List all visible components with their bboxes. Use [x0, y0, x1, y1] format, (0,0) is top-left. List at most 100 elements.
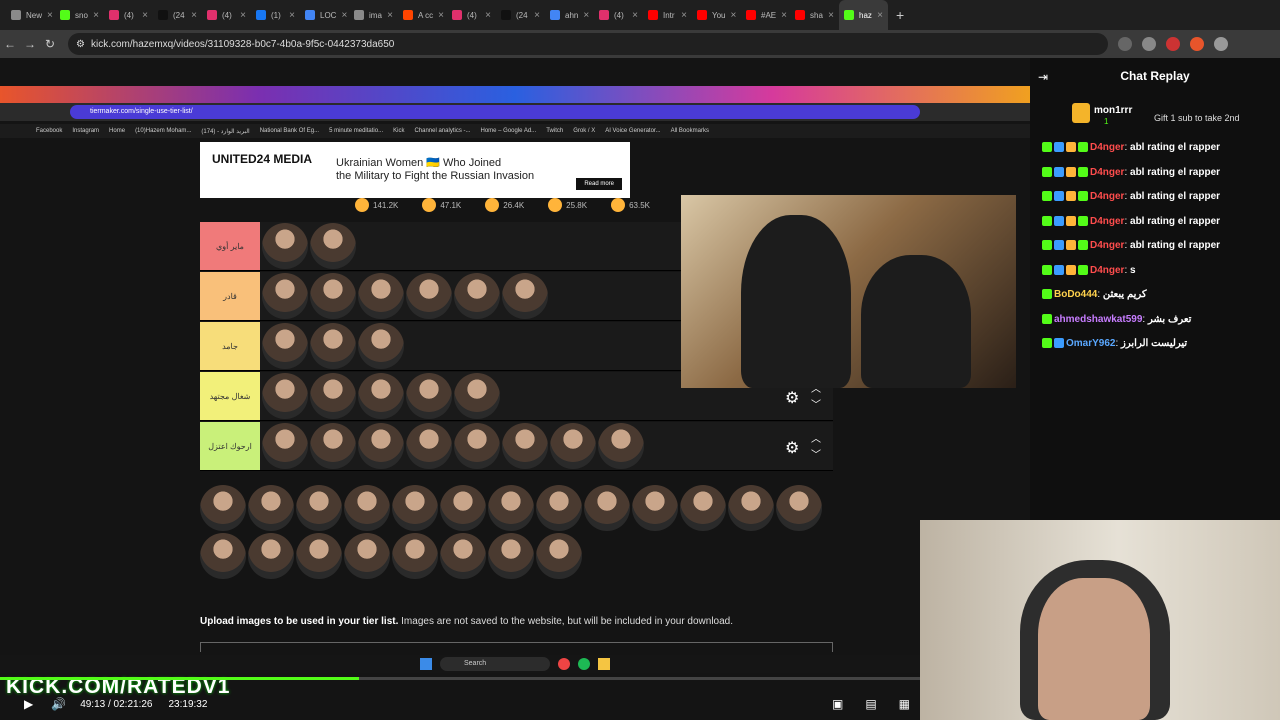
- browser-tab[interactable]: LOC ×: [300, 0, 349, 30]
- browser-tab[interactable]: (1) ×: [251, 0, 300, 30]
- tier-label[interactable]: ارحوك اعتزل: [200, 422, 260, 470]
- close-tab-icon[interactable]: ×: [681, 10, 687, 21]
- pool-avatar[interactable]: [296, 533, 342, 579]
- pool-avatar[interactable]: [776, 485, 822, 531]
- pool-avatar[interactable]: [296, 485, 342, 531]
- tier-avatar[interactable]: [502, 423, 548, 469]
- close-tab-icon[interactable]: ×: [93, 10, 99, 21]
- tier-avatar[interactable]: [550, 423, 596, 469]
- extension-icon[interactable]: [1190, 37, 1204, 51]
- browser-tab[interactable]: (4) ×: [202, 0, 251, 30]
- pool-avatar[interactable]: [440, 533, 486, 579]
- tier-avatar[interactable]: [406, 423, 452, 469]
- chevron-down-icon[interactable]: ﹀: [811, 396, 821, 411]
- pool-avatar[interactable]: [248, 533, 294, 579]
- zoom-icon[interactable]: [1118, 37, 1132, 51]
- pool-avatar[interactable]: [344, 485, 390, 531]
- pool-avatar[interactable]: [392, 485, 438, 531]
- browser-tab[interactable]: New ×: [6, 0, 55, 30]
- close-tab-icon[interactable]: ×: [47, 10, 53, 21]
- browser-tab[interactable]: sha ×: [790, 0, 839, 30]
- browser-tab[interactable]: ima ×: [349, 0, 398, 30]
- chat-username[interactable]: OmarY962: [1066, 338, 1115, 349]
- close-tab-icon[interactable]: ×: [828, 10, 834, 21]
- url-field[interactable]: ⚙ kick.com/hazemxq/videos/31109328-b0c7-…: [68, 33, 1108, 55]
- browser-tab[interactable]: Intr ×: [643, 0, 692, 30]
- chat-username[interactable]: D4nger: [1090, 216, 1124, 227]
- tier-avatar[interactable]: [358, 273, 404, 319]
- pool-avatar[interactable]: [440, 485, 486, 531]
- close-tab-icon[interactable]: ×: [289, 10, 295, 21]
- tier-avatar[interactable]: [310, 273, 356, 319]
- browser-tab[interactable]: #AE ×: [741, 0, 790, 30]
- tier-avatar[interactable]: [406, 273, 452, 319]
- tier-avatar[interactable]: [358, 373, 404, 419]
- chat-username[interactable]: D4nger: [1090, 191, 1124, 202]
- tier-avatar[interactable]: [454, 373, 500, 419]
- pool-avatar[interactable]: [200, 533, 246, 579]
- gear-icon[interactable]: ⚙: [785, 438, 799, 458]
- tier-avatar[interactable]: [262, 373, 308, 419]
- extension-icon[interactable]: [1166, 37, 1180, 51]
- browser-tab[interactable]: ahn ×: [545, 0, 594, 30]
- browser-tab[interactable]: haz ×: [839, 0, 888, 30]
- close-tab-icon[interactable]: ×: [731, 10, 737, 21]
- chat-username[interactable]: ahmedshawkat599: [1054, 314, 1142, 325]
- gear-icon[interactable]: ⚙: [785, 388, 799, 408]
- close-tab-icon[interactable]: ×: [781, 10, 787, 21]
- tier-avatar[interactable]: [310, 423, 356, 469]
- close-tab-icon[interactable]: ×: [632, 10, 638, 21]
- tier-avatar[interactable]: [310, 223, 356, 269]
- chevron-up-icon[interactable]: ︿: [811, 430, 821, 445]
- browser-tab[interactable]: (4) ×: [104, 0, 153, 30]
- tier-avatar[interactable]: [454, 273, 500, 319]
- pool-avatar[interactable]: [632, 485, 678, 531]
- browser-tab[interactable]: (4) ×: [594, 0, 643, 30]
- browser-tab[interactable]: (24 ×: [496, 0, 545, 30]
- pool-avatar[interactable]: [200, 485, 246, 531]
- close-tab-icon[interactable]: ×: [341, 10, 347, 21]
- tier-avatar[interactable]: [454, 423, 500, 469]
- tier-avatar[interactable]: [358, 323, 404, 369]
- back-icon[interactable]: ←: [0, 37, 20, 51]
- pool-avatar[interactable]: [392, 533, 438, 579]
- pool-avatar[interactable]: [488, 533, 534, 579]
- close-tab-icon[interactable]: ×: [877, 10, 883, 21]
- close-tab-icon[interactable]: ×: [438, 10, 444, 21]
- pool-avatar[interactable]: [584, 485, 630, 531]
- forward-icon[interactable]: →: [20, 37, 40, 51]
- tier-label[interactable]: جامد: [200, 322, 260, 370]
- pool-avatar[interactable]: [344, 533, 390, 579]
- tier-avatar[interactable]: [310, 323, 356, 369]
- close-tab-icon[interactable]: ×: [485, 10, 491, 21]
- theater-mode-icon[interactable]: ▤: [865, 697, 876, 711]
- close-tab-icon[interactable]: ×: [387, 10, 393, 21]
- pool-avatar[interactable]: [248, 485, 294, 531]
- chevron-down-icon[interactable]: ﹀: [811, 446, 821, 461]
- pool-avatar[interactable]: [536, 485, 582, 531]
- pool-avatar[interactable]: [680, 485, 726, 531]
- browser-tab[interactable]: A cc ×: [398, 0, 447, 30]
- profile-avatar[interactable]: [1214, 37, 1228, 51]
- new-tab-icon[interactable]: +: [896, 7, 904, 23]
- close-tab-icon[interactable]: ×: [534, 10, 540, 21]
- pool-avatar[interactable]: [728, 485, 774, 531]
- close-tab-icon[interactable]: ×: [583, 10, 589, 21]
- video-player[interactable]: tiermaker.com/single-use-tier-list/ Face…: [0, 58, 1030, 720]
- site-info-icon[interactable]: ⚙: [76, 39, 85, 50]
- tier-avatar[interactable]: [262, 423, 308, 469]
- browser-tab[interactable]: You ×: [692, 0, 741, 30]
- close-tab-icon[interactable]: ×: [240, 10, 246, 21]
- pip-icon[interactable]: ▣: [832, 697, 843, 711]
- tier-label[interactable]: قادر: [200, 272, 260, 320]
- tier-avatar[interactable]: [310, 373, 356, 419]
- browser-tab[interactable]: (4) ×: [447, 0, 496, 30]
- tier-avatar[interactable]: [262, 223, 308, 269]
- fullscreen-icon[interactable]: ▦: [899, 697, 910, 711]
- tier-avatar[interactable]: [358, 423, 404, 469]
- tier-avatar[interactable]: [502, 273, 548, 319]
- pool-avatar[interactable]: [536, 533, 582, 579]
- chat-username[interactable]: D4nger: [1090, 265, 1124, 276]
- tier-label[interactable]: شغال مجتهد: [200, 372, 260, 420]
- pool-avatar[interactable]: [488, 485, 534, 531]
